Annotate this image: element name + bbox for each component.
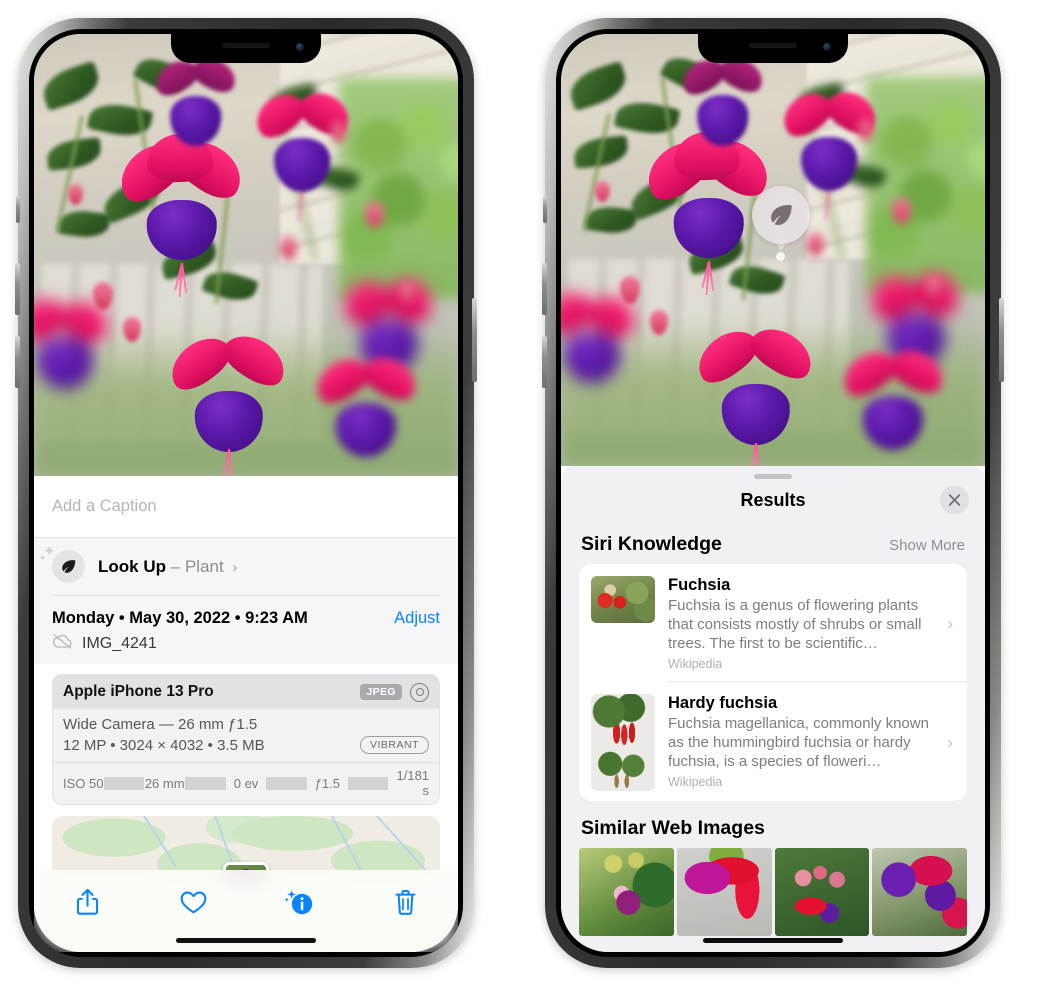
size-info: 12 MP • 3024 × 4032 • 3.5 MB xyxy=(63,736,265,754)
volume-down-button[interactable] xyxy=(15,336,20,388)
photo-viewer[interactable] xyxy=(561,34,985,466)
results-sheet: Results Siri Knowledge Show More Fuchsia… xyxy=(561,466,985,952)
stat-focal: 26 mm xyxy=(144,775,185,791)
photo-filename: IMG_4241 xyxy=(82,634,157,652)
knowledge-description: Fuchsia is a genus of flowering plants t… xyxy=(668,597,922,652)
stat-iso: ISO 50 xyxy=(63,775,104,791)
look-up-block: ✦ ✦ Look Up – Plant › xyxy=(34,538,458,595)
power-button[interactable] xyxy=(999,298,1004,382)
right-phone-bezel: Results Siri Knowledge Show More Fuchsia… xyxy=(556,29,990,957)
knowledge-title: Hardy fuchsia xyxy=(668,694,778,712)
divider xyxy=(347,776,389,790)
chevron-right-icon: › xyxy=(947,613,953,633)
screenshot-stage: Add a Caption ✦ ✦ Look Up – Plant › Mond… xyxy=(0,0,1055,985)
home-indicator[interactable] xyxy=(703,938,843,943)
divider xyxy=(103,776,145,790)
fuchsia-thumbnail xyxy=(591,576,655,623)
knowledge-source: Wikipedia xyxy=(668,657,723,671)
mute-switch[interactable] xyxy=(543,196,547,223)
siri-knowledge-card: Fuchsia Fuchsia is a genus of flowering … xyxy=(579,564,967,801)
similar-web-images-title: Similar Web Images xyxy=(581,817,765,839)
look-up-kind: Plant xyxy=(184,556,224,576)
show-more-button[interactable]: Show More xyxy=(889,537,965,554)
web-image-2[interactable] xyxy=(676,848,772,936)
results-header: Results xyxy=(561,479,985,521)
share-icon[interactable] xyxy=(65,884,109,920)
stat-shutter: 1/181 s xyxy=(396,768,430,798)
lens-info: Wide Camera — 26 mm ƒ1.5 xyxy=(63,716,258,733)
trash-icon[interactable] xyxy=(383,884,427,920)
caption-field[interactable]: Add a Caption xyxy=(34,476,458,538)
camera-model: Apple iPhone 13 Pro xyxy=(63,683,214,700)
aperture-icon xyxy=(410,682,429,702)
photo-viewer[interactable] xyxy=(34,34,458,476)
chevron-right-icon: › xyxy=(947,732,953,752)
web-image-4[interactable] xyxy=(872,848,967,936)
date-row: Monday • May 30, 2022 • 9:23 AM Adjust xyxy=(52,596,440,628)
format-badge: JPEG xyxy=(360,684,402,700)
divider xyxy=(185,776,226,790)
sparkle-small-icon: ✦ xyxy=(39,553,47,563)
heart-icon[interactable] xyxy=(171,884,215,920)
left-phone-frame: Add a Caption ✦ ✦ Look Up – Plant › Mond… xyxy=(15,18,477,968)
knowledge-description: Fuchsia magellanica, commonly known as t… xyxy=(668,715,929,770)
knowledge-title: Fuchsia xyxy=(668,576,731,594)
volume-up-button[interactable] xyxy=(15,263,20,315)
home-indicator[interactable] xyxy=(176,938,316,943)
siri-knowledge-header: Siri Knowledge Show More xyxy=(561,521,985,564)
look-up-title: Look Up xyxy=(98,556,166,576)
exif-body: Wide Camera — 26 mm ƒ1.5 12 MP • 3024 × … xyxy=(53,709,439,762)
front-camera-icon xyxy=(296,43,304,51)
info-sparkle-icon[interactable] xyxy=(277,884,321,920)
results-title: Results xyxy=(740,489,806,510)
right-phone-frame: Results Siri Knowledge Show More Fuchsia… xyxy=(542,18,1004,968)
photographic-style-badge: VIBRANT xyxy=(359,736,429,754)
visual-look-up-anchor-dot xyxy=(776,252,785,261)
close-icon[interactable] xyxy=(940,485,969,515)
divider xyxy=(266,776,308,790)
leaf-icon: ✦ ✦ xyxy=(39,543,85,583)
size-line: 12 MP • 3024 × 4032 • 3.5 MB VIBRANT xyxy=(63,736,429,754)
hardy-fuchsia-thumbnail xyxy=(591,694,655,791)
web-image-3[interactable] xyxy=(774,848,870,936)
left-phone-bezel: Add a Caption ✦ ✦ Look Up – Plant › Mond… xyxy=(29,29,463,957)
volume-down-button[interactable] xyxy=(542,336,547,388)
filename-row: IMG_4241 xyxy=(52,633,440,654)
adjust-button[interactable]: Adjust xyxy=(394,609,440,628)
stat-aperture: ƒ1.5 xyxy=(314,775,341,791)
notch xyxy=(698,34,848,63)
earpiece-speaker xyxy=(749,43,797,48)
look-up-separator: – xyxy=(170,556,181,576)
lens-line: Wide Camera — 26 mm ƒ1.5 xyxy=(63,716,429,733)
chevron-right-icon: › xyxy=(232,558,238,576)
right-phone-screen: Results Siri Knowledge Show More Fuchsia… xyxy=(561,34,985,952)
siri-knowledge-title: Siri Knowledge xyxy=(581,533,722,555)
power-button[interactable] xyxy=(472,298,477,382)
icloud-slash-icon xyxy=(52,633,73,654)
exif-stats: ISO 50 26 mm 0 ev ƒ1.5 1/181 s xyxy=(53,762,439,804)
exif-header: Apple iPhone 13 Pro JPEG xyxy=(53,675,439,709)
front-camera-icon xyxy=(823,43,831,51)
knowledge-item[interactable]: Fuchsia Fuchsia is a genus of flowering … xyxy=(579,564,967,681)
caption-placeholder: Add a Caption xyxy=(52,497,157,515)
look-up-label: Look Up – Plant › xyxy=(98,557,237,577)
look-up-row[interactable]: ✦ ✦ Look Up – Plant › xyxy=(39,538,440,595)
exif-card[interactable]: Apple iPhone 13 Pro JPEG Wide Camera — 2… xyxy=(52,674,440,805)
volume-up-button[interactable] xyxy=(542,263,547,315)
stat-exposure: 0 ev xyxy=(233,775,259,791)
similar-web-images-strip[interactable] xyxy=(561,848,985,936)
web-image-1[interactable] xyxy=(579,848,674,936)
photo-metadata: Monday • May 30, 2022 • 9:23 AM Adjust I… xyxy=(34,595,458,664)
earpiece-speaker xyxy=(222,43,270,48)
visual-look-up-badge[interactable] xyxy=(752,186,810,244)
notch xyxy=(171,34,321,63)
knowledge-source: Wikipedia xyxy=(668,775,723,789)
mute-switch[interactable] xyxy=(16,196,20,223)
knowledge-item[interactable]: Hardy fuchsia Fuchsia magellanica, commo… xyxy=(579,682,967,801)
photo-date: Monday • May 30, 2022 • 9:23 AM xyxy=(52,609,308,627)
left-phone-screen: Add a Caption ✦ ✦ Look Up – Plant › Mond… xyxy=(34,34,458,952)
